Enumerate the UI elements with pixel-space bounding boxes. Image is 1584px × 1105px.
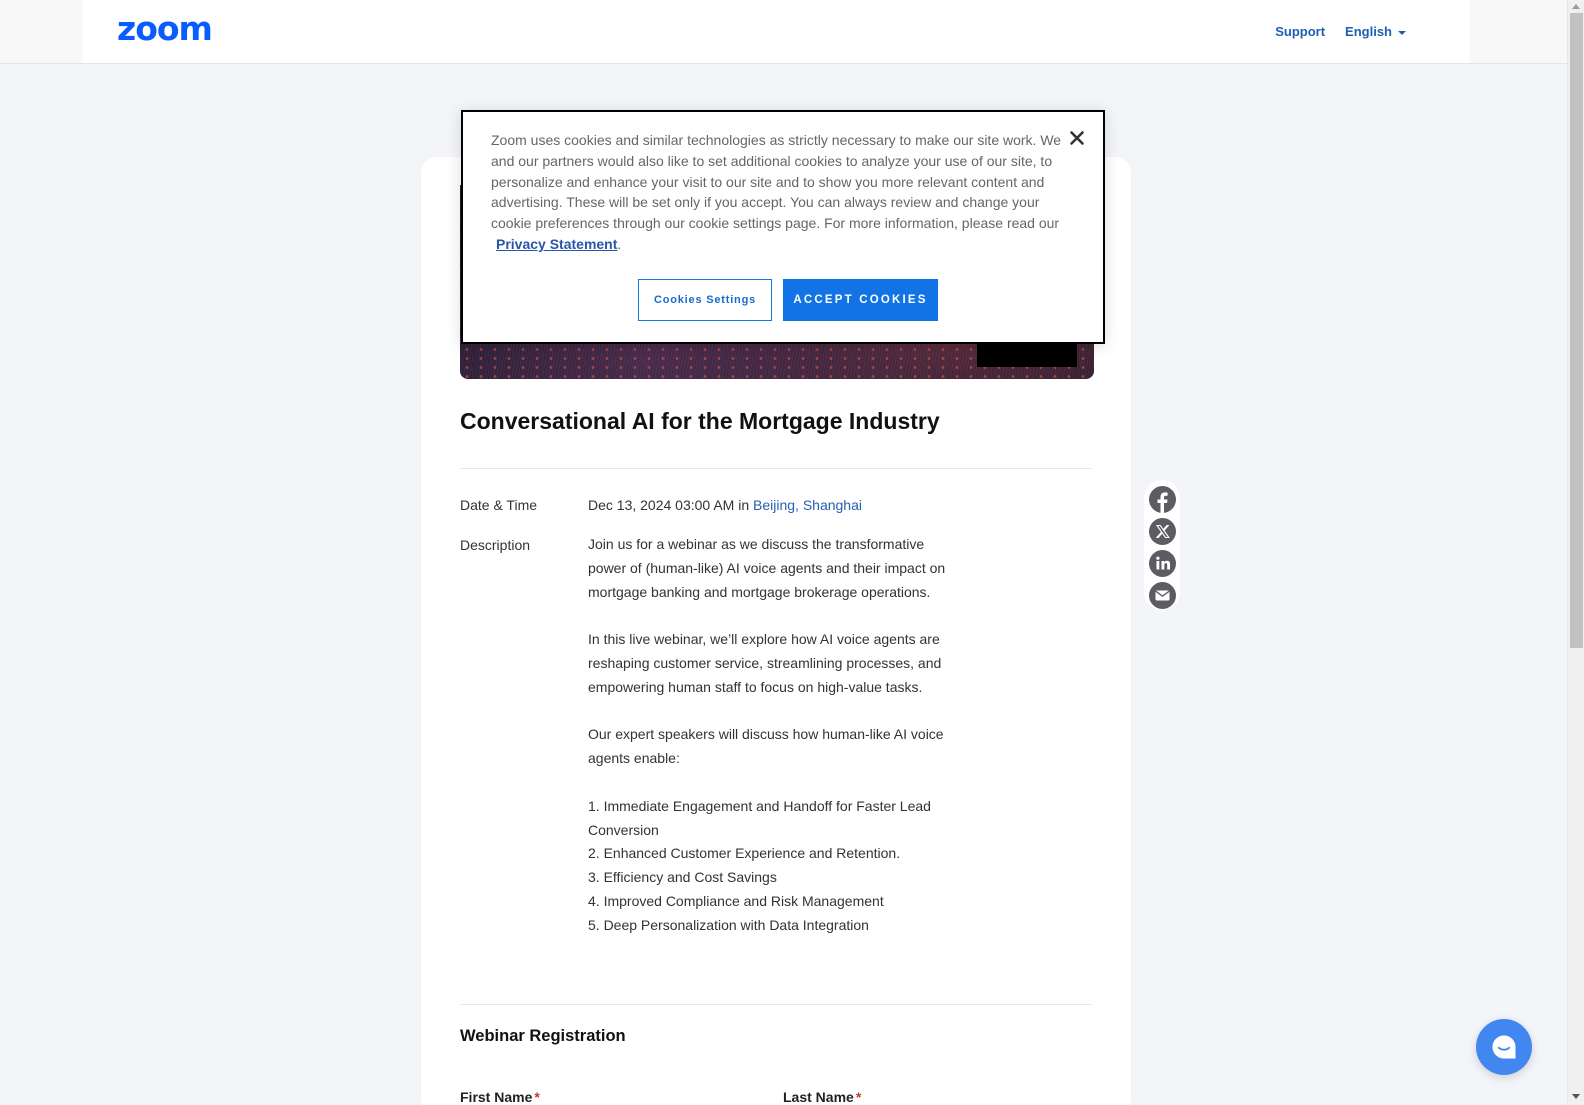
cookie-consent-dialog: Zoom uses cookies and similar technologi… [461,110,1105,344]
scroll-up-arrow-icon[interactable] [1572,4,1580,9]
cookie-message: Zoom uses cookies and similar technologi… [491,132,1062,232]
svg-text:zoom: zoom [117,14,212,44]
divider [460,1004,1092,1005]
scroll-thumb[interactable] [1570,13,1583,648]
cookie-consent-text: Zoom uses cookies and similar technologi… [491,130,1067,255]
date-time-label: Date & Time [460,497,538,513]
zoom-logo[interactable]: zoom [117,9,225,49]
description-paragraph: Join us for a webinar as we discuss the … [588,536,946,600]
required-asterisk: * [534,1089,540,1105]
header-nav: Support English [1275,24,1406,39]
description-paragraph: In this live webinar, we’ll explore how … [588,631,942,695]
timezone-link[interactable]: Beijing, Shanghai [753,497,862,513]
period: . [617,235,622,252]
chat-bubble-icon [1492,1035,1516,1059]
language-dropdown[interactable]: English [1345,24,1406,39]
page-scrollbar[interactable] [1567,0,1584,1105]
language-label: English [1345,24,1392,39]
description-label: Description [460,537,531,553]
description-list-item: 2. Enhanced Customer Experience and Rete… [588,845,901,862]
accept-cookies-button[interactable]: ACCEPT COOKIES [783,279,938,321]
event-title: Conversational AI for the Mortgage Indus… [460,408,940,434]
date-in-text: in [738,497,750,513]
cookies-settings-button[interactable]: Cookies Settings [638,279,772,321]
facebook-icon [1157,492,1168,513]
description-list-item: 5. Deep Personalization with Data Integr… [588,916,869,933]
x-icon [1155,524,1170,539]
description-list-item: 3. Efficiency and Cost Savings [588,869,777,886]
share-bar [1144,480,1180,610]
first-name-label: First Name * [460,1089,540,1105]
email-icon [1154,590,1170,601]
date-time-value: Dec 13, 2024 03:00 AM in Beijing, Shangh… [588,497,862,513]
share-x-button[interactable] [1148,518,1176,545]
support-link[interactable]: Support [1275,24,1325,39]
registration-title: Webinar Registration [460,1027,626,1045]
support-label: Support [1275,24,1326,39]
close-cookie-button[interactable] [1067,128,1087,148]
last-name-label: Last Name * [783,1089,862,1105]
required-asterisk: * [855,1089,862,1105]
share-facebook-button[interactable] [1148,486,1176,513]
share-linkedin-button[interactable] [1148,550,1176,577]
site-header: zoom Support English [83,0,1470,63]
privacy-statement-link[interactable]: Privacy Statement [496,236,617,252]
description-list-item: 4. Improved Compliance and Risk Manageme… [588,892,884,909]
caret-down-icon [1398,30,1406,35]
chat-widget-button[interactable] [1476,1019,1532,1075]
zoom-logo-icon: zoom [117,9,213,48]
date-value: Dec 13, 2024 03:00 AM [588,497,735,513]
share-email-button[interactable] [1148,582,1176,609]
linkedin-icon [1155,556,1170,570]
description-paragraph: Our expert speakers will discuss how hum… [588,726,944,767]
event-description: Join us for a webinar as we discuss the … [588,533,953,938]
close-icon [1070,131,1084,145]
divider [460,468,1092,469]
description-list-item: 1. Immediate Engagement and Handoff for … [588,797,931,838]
scroll-down-arrow-icon[interactable] [1572,1094,1580,1099]
